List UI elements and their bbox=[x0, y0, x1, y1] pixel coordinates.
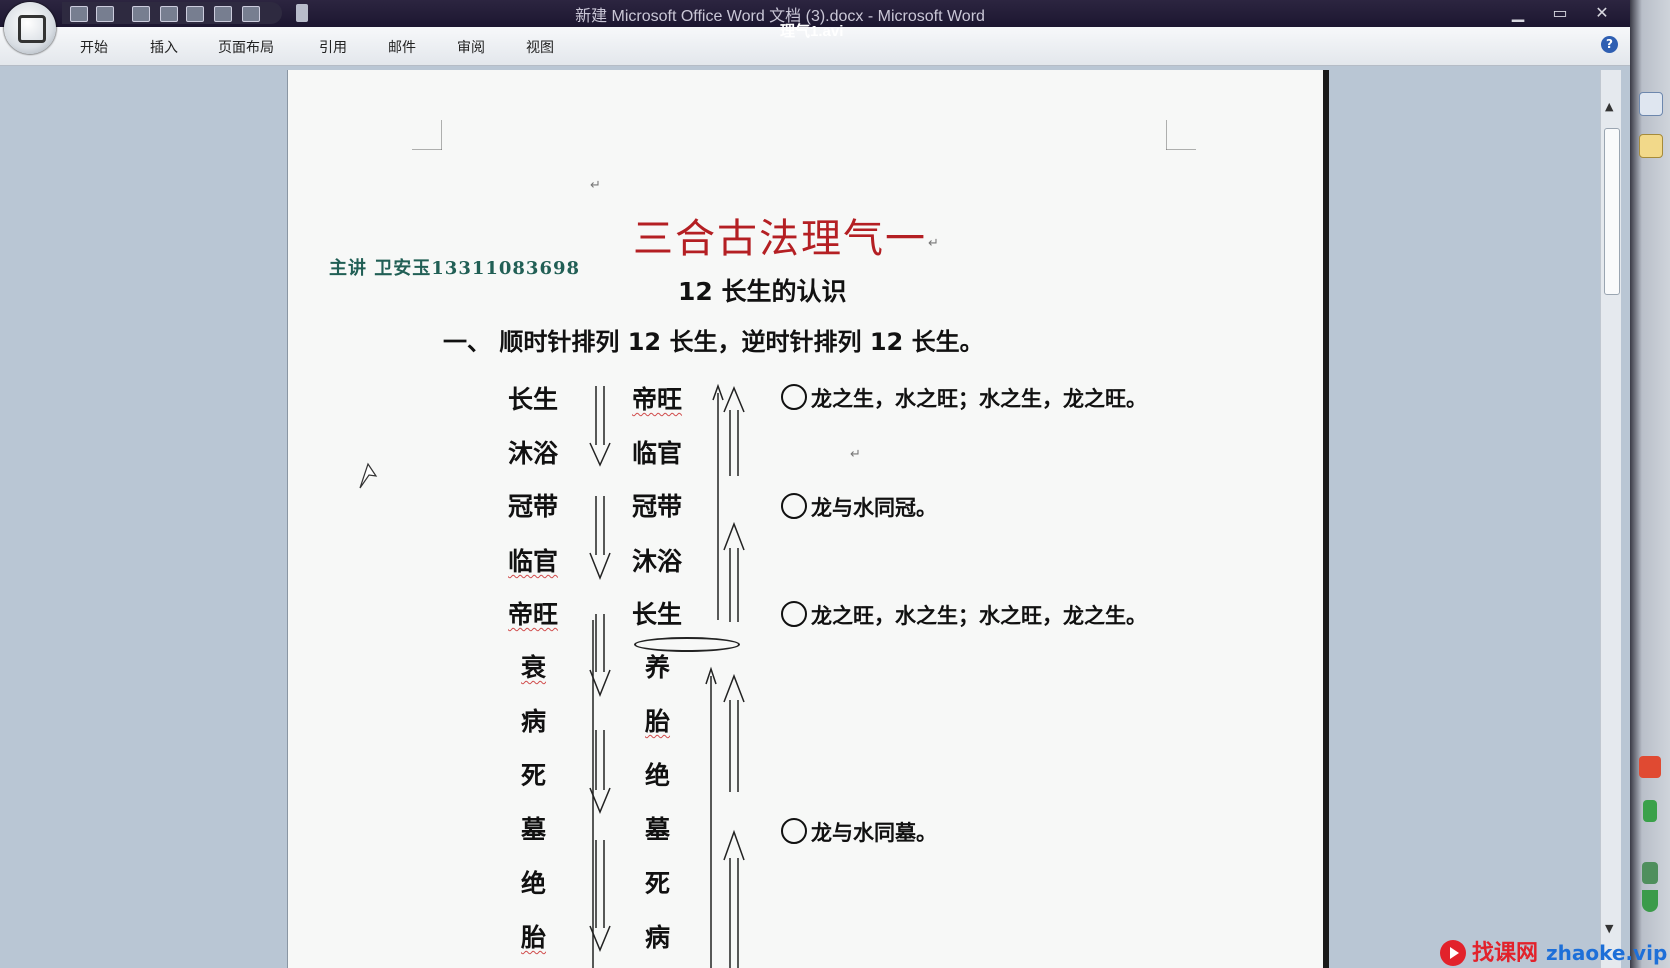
page-corner-mark bbox=[1166, 120, 1196, 150]
tab-review[interactable]: 审阅 bbox=[457, 37, 485, 57]
page-corner-mark bbox=[412, 120, 442, 150]
note-line: 龙与水同墓。 bbox=[781, 817, 937, 847]
undo-icon[interactable] bbox=[96, 6, 114, 22]
quick-access-toolbar bbox=[62, 2, 282, 24]
circle-bullet-icon bbox=[781, 384, 807, 410]
folder-icon[interactable] bbox=[1639, 134, 1663, 158]
scroll-up-icon[interactable]: ▲ bbox=[1605, 100, 1613, 113]
tab-view[interactable]: 视图 bbox=[526, 37, 554, 57]
section-heading: 一、 顺时针排列 12 长生，逆时针排列 12 长生。 bbox=[443, 328, 984, 356]
right-stage: 帝旺 bbox=[632, 385, 683, 414]
circle-bullet-icon bbox=[781, 493, 807, 519]
office-logo-icon bbox=[18, 15, 46, 43]
watermark: 找课网 zhaoke.vip bbox=[1440, 935, 1667, 967]
left-stage: 沐浴 bbox=[508, 439, 559, 468]
redo-icon[interactable] bbox=[132, 6, 150, 22]
right-stage: 临官 bbox=[632, 439, 683, 468]
document-title: 三合古法理气一 bbox=[633, 216, 927, 262]
circle-bullet-icon bbox=[781, 818, 807, 844]
right-stage: 沐浴 bbox=[632, 547, 683, 576]
minimize-button[interactable]: ▁ bbox=[1504, 2, 1532, 24]
restore-button[interactable]: ▭ bbox=[1546, 2, 1574, 24]
separator-ellipse bbox=[634, 637, 740, 652]
note-line: 龙之旺，水之生；水之旺，龙之生。 bbox=[781, 600, 1147, 630]
left-stage: 临官 bbox=[508, 547, 559, 576]
network-icon bbox=[1642, 862, 1658, 884]
office-button[interactable] bbox=[4, 2, 56, 54]
note-line: 龙之生，水之旺；水之生，龙之旺。 bbox=[781, 383, 1147, 413]
tab-insert[interactable]: 插入 bbox=[150, 37, 178, 57]
customize-toolbar-icon[interactable] bbox=[296, 4, 308, 22]
teacher-line: 主讲 卫安玉13311083698 bbox=[329, 258, 581, 279]
left-stage: 冠带 bbox=[508, 492, 559, 521]
left-stage: 衰 bbox=[521, 653, 547, 682]
right-stage: 死 bbox=[645, 869, 671, 898]
scroll-thumb[interactable] bbox=[1604, 128, 1620, 295]
paragraph-mark: ↵ bbox=[850, 447, 861, 462]
word-icon[interactable] bbox=[1639, 92, 1663, 116]
left-stage: 死 bbox=[521, 761, 547, 790]
scroll-down-icon[interactable]: ▼ bbox=[1605, 922, 1613, 935]
left-stage: 绝 bbox=[521, 869, 547, 898]
note-line: 龙与水同冠。 bbox=[781, 492, 937, 522]
app-s-icon[interactable] bbox=[1639, 756, 1661, 778]
tab-page-layout[interactable]: 页面布局 bbox=[218, 37, 274, 57]
video-filename-overlay: 理气1.avi bbox=[780, 23, 844, 40]
side-panel bbox=[1630, 0, 1670, 968]
left-stage: 胎 bbox=[521, 923, 547, 952]
play-logo-icon bbox=[1440, 940, 1466, 966]
battery-icon bbox=[1643, 800, 1657, 822]
print-icon[interactable] bbox=[214, 6, 232, 22]
left-stage: 墓 bbox=[521, 815, 547, 844]
left-stage: 长生 bbox=[508, 385, 559, 414]
right-stage: 胎 bbox=[645, 707, 671, 736]
circle-bullet-icon bbox=[781, 601, 807, 627]
shield-icon bbox=[1642, 890, 1658, 912]
print-preview-icon[interactable] bbox=[186, 6, 204, 22]
insert-picture-icon[interactable] bbox=[242, 6, 260, 22]
left-stage: 帝旺 bbox=[508, 600, 559, 629]
new-document-icon[interactable] bbox=[160, 6, 178, 22]
vertical-scrollbar[interactable]: ▲ ▼ bbox=[1600, 70, 1621, 968]
mouse-cursor-icon bbox=[359, 462, 378, 489]
right-stage: 长生 bbox=[632, 600, 683, 629]
right-stage: 绝 bbox=[645, 761, 671, 790]
tab-mailings[interactable]: 邮件 bbox=[388, 37, 416, 57]
paragraph-mark: ↵ bbox=[590, 178, 601, 193]
right-stage: 墓 bbox=[645, 815, 671, 844]
section-subtitle: 12 长生的认识 bbox=[678, 277, 847, 306]
right-stage: 病 bbox=[645, 923, 671, 952]
right-stage: 冠带 bbox=[632, 492, 683, 521]
save-icon[interactable] bbox=[70, 6, 88, 22]
left-stage: 病 bbox=[521, 707, 547, 736]
right-stage: 养 bbox=[645, 653, 671, 682]
close-button[interactable]: ✕ bbox=[1588, 2, 1616, 24]
tab-home[interactable]: 开始 bbox=[80, 37, 108, 57]
paragraph-mark: ↵ bbox=[928, 236, 939, 251]
tab-references[interactable]: 引用 bbox=[319, 37, 347, 57]
help-icon[interactable]: ? bbox=[1601, 36, 1618, 53]
